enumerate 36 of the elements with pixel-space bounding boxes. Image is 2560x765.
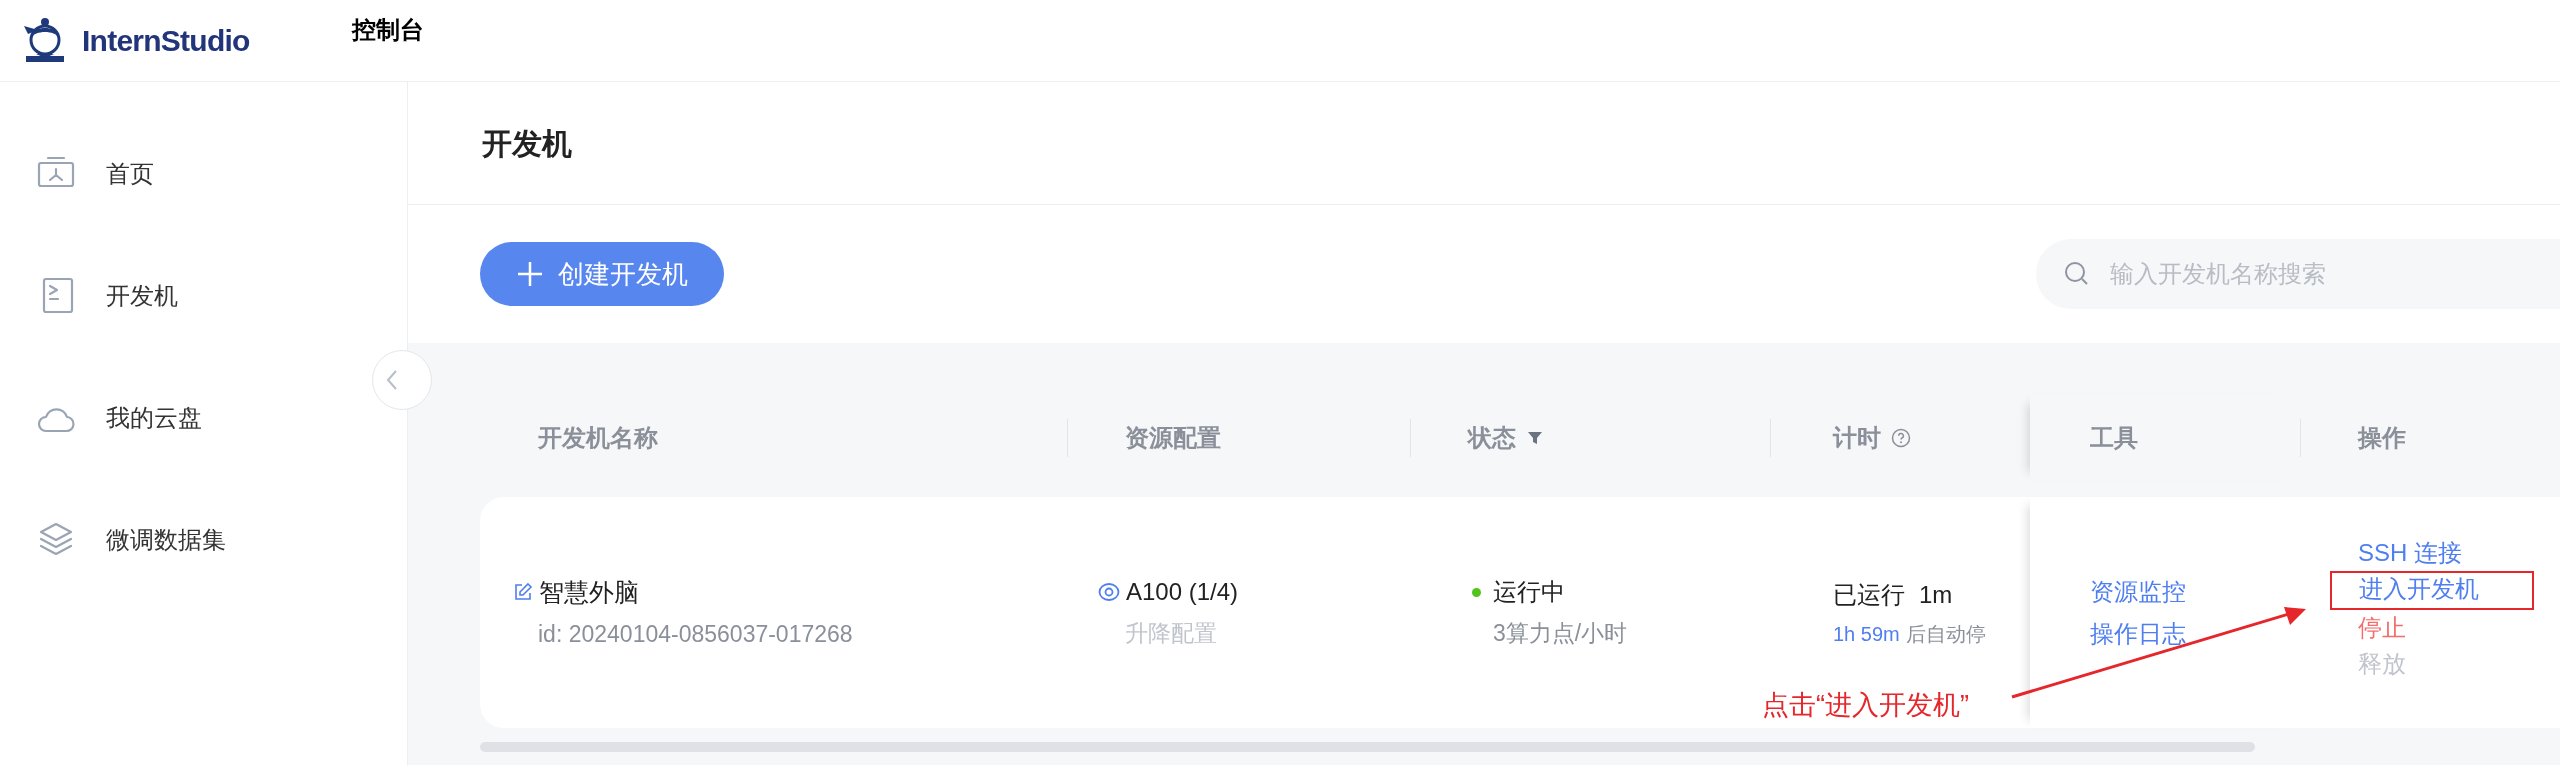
annotation-text: 点击“进入开发机” — [1762, 689, 1969, 722]
console-title: 控制台 — [352, 14, 424, 45]
tool-link[interactable]: 操作日志 — [2090, 615, 2186, 652]
sidebar-item[interactable]: 微调数据集 — [0, 520, 407, 560]
action-link[interactable]: SSH 连接 — [2358, 535, 2462, 571]
runtime-label: 已运行 — [1833, 579, 1905, 610]
help-icon[interactable] — [1891, 427, 1911, 448]
column-header: 资源配置 — [1125, 422, 1221, 453]
sidebar-item[interactable]: 首页 — [0, 154, 407, 194]
brand-name: InternStudio — [82, 23, 250, 59]
action-link[interactable]: 进入开发机 — [2359, 575, 2479, 602]
machine-name: 智慧外脑 — [539, 576, 639, 608]
status-text: 运行中 — [1493, 577, 1565, 608]
column-header: 操作 — [2358, 422, 2406, 453]
search-icon — [2064, 261, 2090, 287]
search-field[interactable]: 输入开发机名称搜索 — [2036, 239, 2560, 309]
tool-link[interactable]: 资源监控 — [2090, 573, 2186, 610]
machine-id: id: 20240104-0856037-017268 — [537, 620, 854, 649]
column-header: 状态 — [1468, 422, 1516, 453]
column-header: 计时 — [1833, 422, 1881, 453]
column-header: 工具 — [2090, 422, 2138, 453]
sidebar-item[interactable]: 开发机 — [0, 276, 407, 316]
sidebar-item[interactable]: 我的云盘 — [0, 398, 407, 438]
plus-icon — [516, 260, 544, 288]
countdown-text: 后自动停 — [1905, 621, 1986, 647]
runtime-value: 1m — [1919, 579, 1953, 610]
chevron-left-icon — [385, 369, 399, 391]
page-title: 开发机 — [482, 125, 572, 162]
rate-text: 3算力点/小时 — [1492, 619, 1629, 649]
gpu-spec: A100 (1/4) — [1126, 577, 1239, 608]
edit-icon[interactable] — [513, 582, 533, 603]
create-button[interactable]: 创建开发机 — [480, 242, 724, 306]
action-link[interactable]: 停止 — [2358, 610, 2406, 646]
column-header: 开发机名称 — [538, 422, 658, 453]
eye-icon[interactable] — [1098, 581, 1120, 604]
countdown-value: 1h 59m — [1833, 621, 1900, 647]
